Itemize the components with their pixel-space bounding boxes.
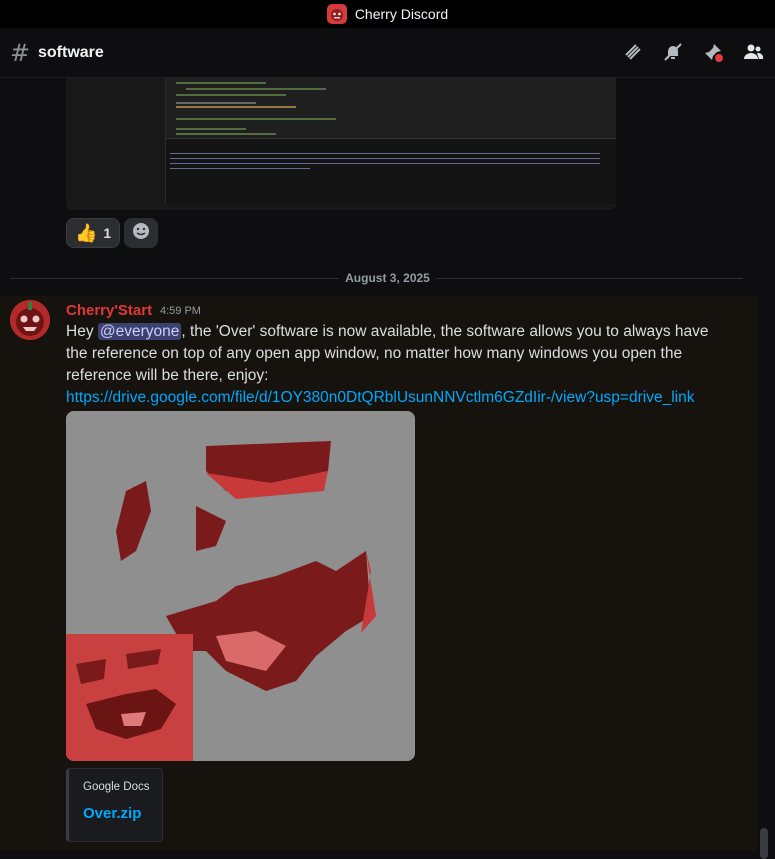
code-line [176,102,256,104]
message: Cherry'Start 4:59 PM Hey @everyone, the … [0,296,757,851]
code-line [186,88,326,90]
cherry-logo-icon [326,4,347,24]
reaction-thumbs-up[interactable]: 👍 1 [66,218,121,248]
terminal-line [170,168,310,169]
terminal-line [170,163,600,164]
message-author[interactable]: Cherry'Start [66,302,152,319]
pin-icon[interactable] [701,40,725,64]
code-line [176,128,246,130]
drive-link[interactable]: https://drive.google.com/file/d/1OY380n0… [66,389,694,406]
channel-name: software [38,43,104,61]
scrollbar[interactable] [760,828,768,859]
message-timestamp: 4:59 PM [160,305,201,317]
channel-header: # software [0,28,775,78]
window-title: Cherry Discord [354,6,449,22]
members-icon[interactable] [741,40,765,64]
code-line [176,106,296,108]
file-embed: Google Docs Over.zip [66,768,163,842]
thumbs-up-icon: 👍 [75,222,98,243]
vscode-statusbar [66,204,616,210]
mention-everyone[interactable]: @everyone [97,323,182,340]
threads-icon[interactable] [621,40,645,64]
window-titlebar: Cherry Discord [0,0,775,28]
image-thumbnail-inset [66,634,193,761]
vscode-sidebar [66,78,166,210]
embed-provider: Google Docs [83,781,150,793]
add-reaction-icon [132,222,150,245]
message-text: Hey [66,323,98,340]
mute-bell-icon[interactable] [661,40,685,64]
previous-image-attachment[interactable] [66,78,616,210]
terminal-line [170,158,600,159]
avatar[interactable] [10,300,50,340]
code-line [176,118,336,120]
message-content: Hey @everyone, the 'Over' software is no… [66,321,726,409]
embed-title-link[interactable]: Over.zip [83,805,141,822]
code-line [176,133,276,135]
code-line [176,94,286,96]
reaction-count: 1 [103,225,112,241]
add-reaction-button[interactable] [124,218,159,248]
code-line [176,82,266,84]
terminal-line [170,153,600,154]
channel-hash-icon: # [10,38,31,67]
reactions-bar: 👍 1 [66,218,159,248]
image-attachment[interactable] [66,411,415,761]
date-divider: August 3, 2025 [0,271,775,285]
terminal-panel [166,138,616,206]
header-toolbar [621,40,765,64]
date-divider-label: August 3, 2025 [339,271,436,285]
